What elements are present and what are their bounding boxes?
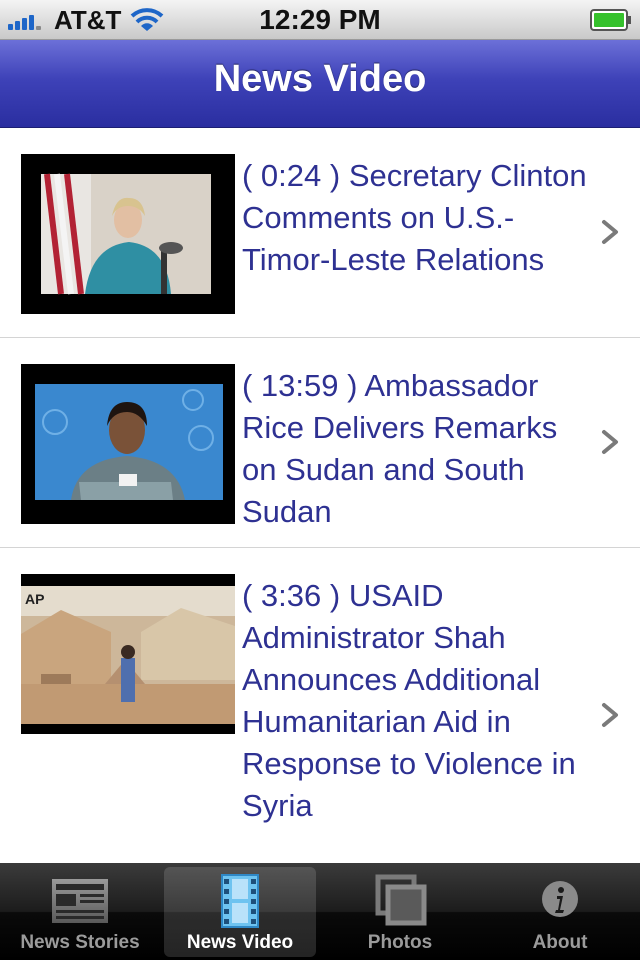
video-title: ( 3:36 ) USAID Administrator Shah Announ… [242, 578, 576, 823]
tab-bar: News Stories News Video Photos About [0, 863, 640, 960]
video-title: ( 0:24 ) Secretary Clinton Comments on U… [242, 158, 587, 277]
battery-icon [590, 9, 631, 31]
video-list-item[interactable]: ( 13:59 ) Ambassador Rice Delivers Remar… [0, 338, 640, 548]
thumbnail-watermark: AP [25, 591, 44, 607]
tab-about[interactable]: About [480, 863, 640, 960]
tab-label: Photos [367, 932, 433, 953]
chevron-right-icon [602, 430, 618, 454]
video-list-item[interactable]: ( 0:24 ) Secretary Clinton Comments on U… [0, 128, 640, 338]
nav-bar: News Video [0, 40, 640, 128]
film-strip-icon [221, 874, 259, 928]
tab-photos[interactable]: Photos [320, 863, 480, 960]
chevron-right-icon [602, 220, 618, 244]
page-title: News Video [213, 58, 427, 100]
info-icon [542, 881, 578, 917]
newspaper-icon [52, 879, 108, 923]
tab-label: News Stories [20, 932, 140, 953]
video-thumbnail [21, 364, 235, 524]
status-time: 12:29 PM [259, 4, 381, 35]
status-bar: AT&T 12:29 PM [0, 0, 640, 40]
video-list[interactable]: ( 0:24 ) Secretary Clinton Comments on U… [0, 128, 640, 863]
tab-label: News Video [186, 932, 294, 953]
tab-news-stories[interactable]: News Stories [0, 863, 160, 960]
video-list-item[interactable]: AP ( 3:36 ) USAID Administrator Shah Ann… [0, 548, 640, 863]
chevron-right-icon [602, 703, 618, 727]
video-title: ( 13:59 ) Ambassador Rice Delivers Remar… [242, 368, 558, 529]
video-thumbnail: AP [21, 574, 235, 734]
video-thumbnail [21, 154, 235, 314]
photos-icon [375, 874, 427, 926]
tab-label: About [532, 932, 588, 953]
tab-news-video[interactable]: News Video [160, 863, 320, 960]
